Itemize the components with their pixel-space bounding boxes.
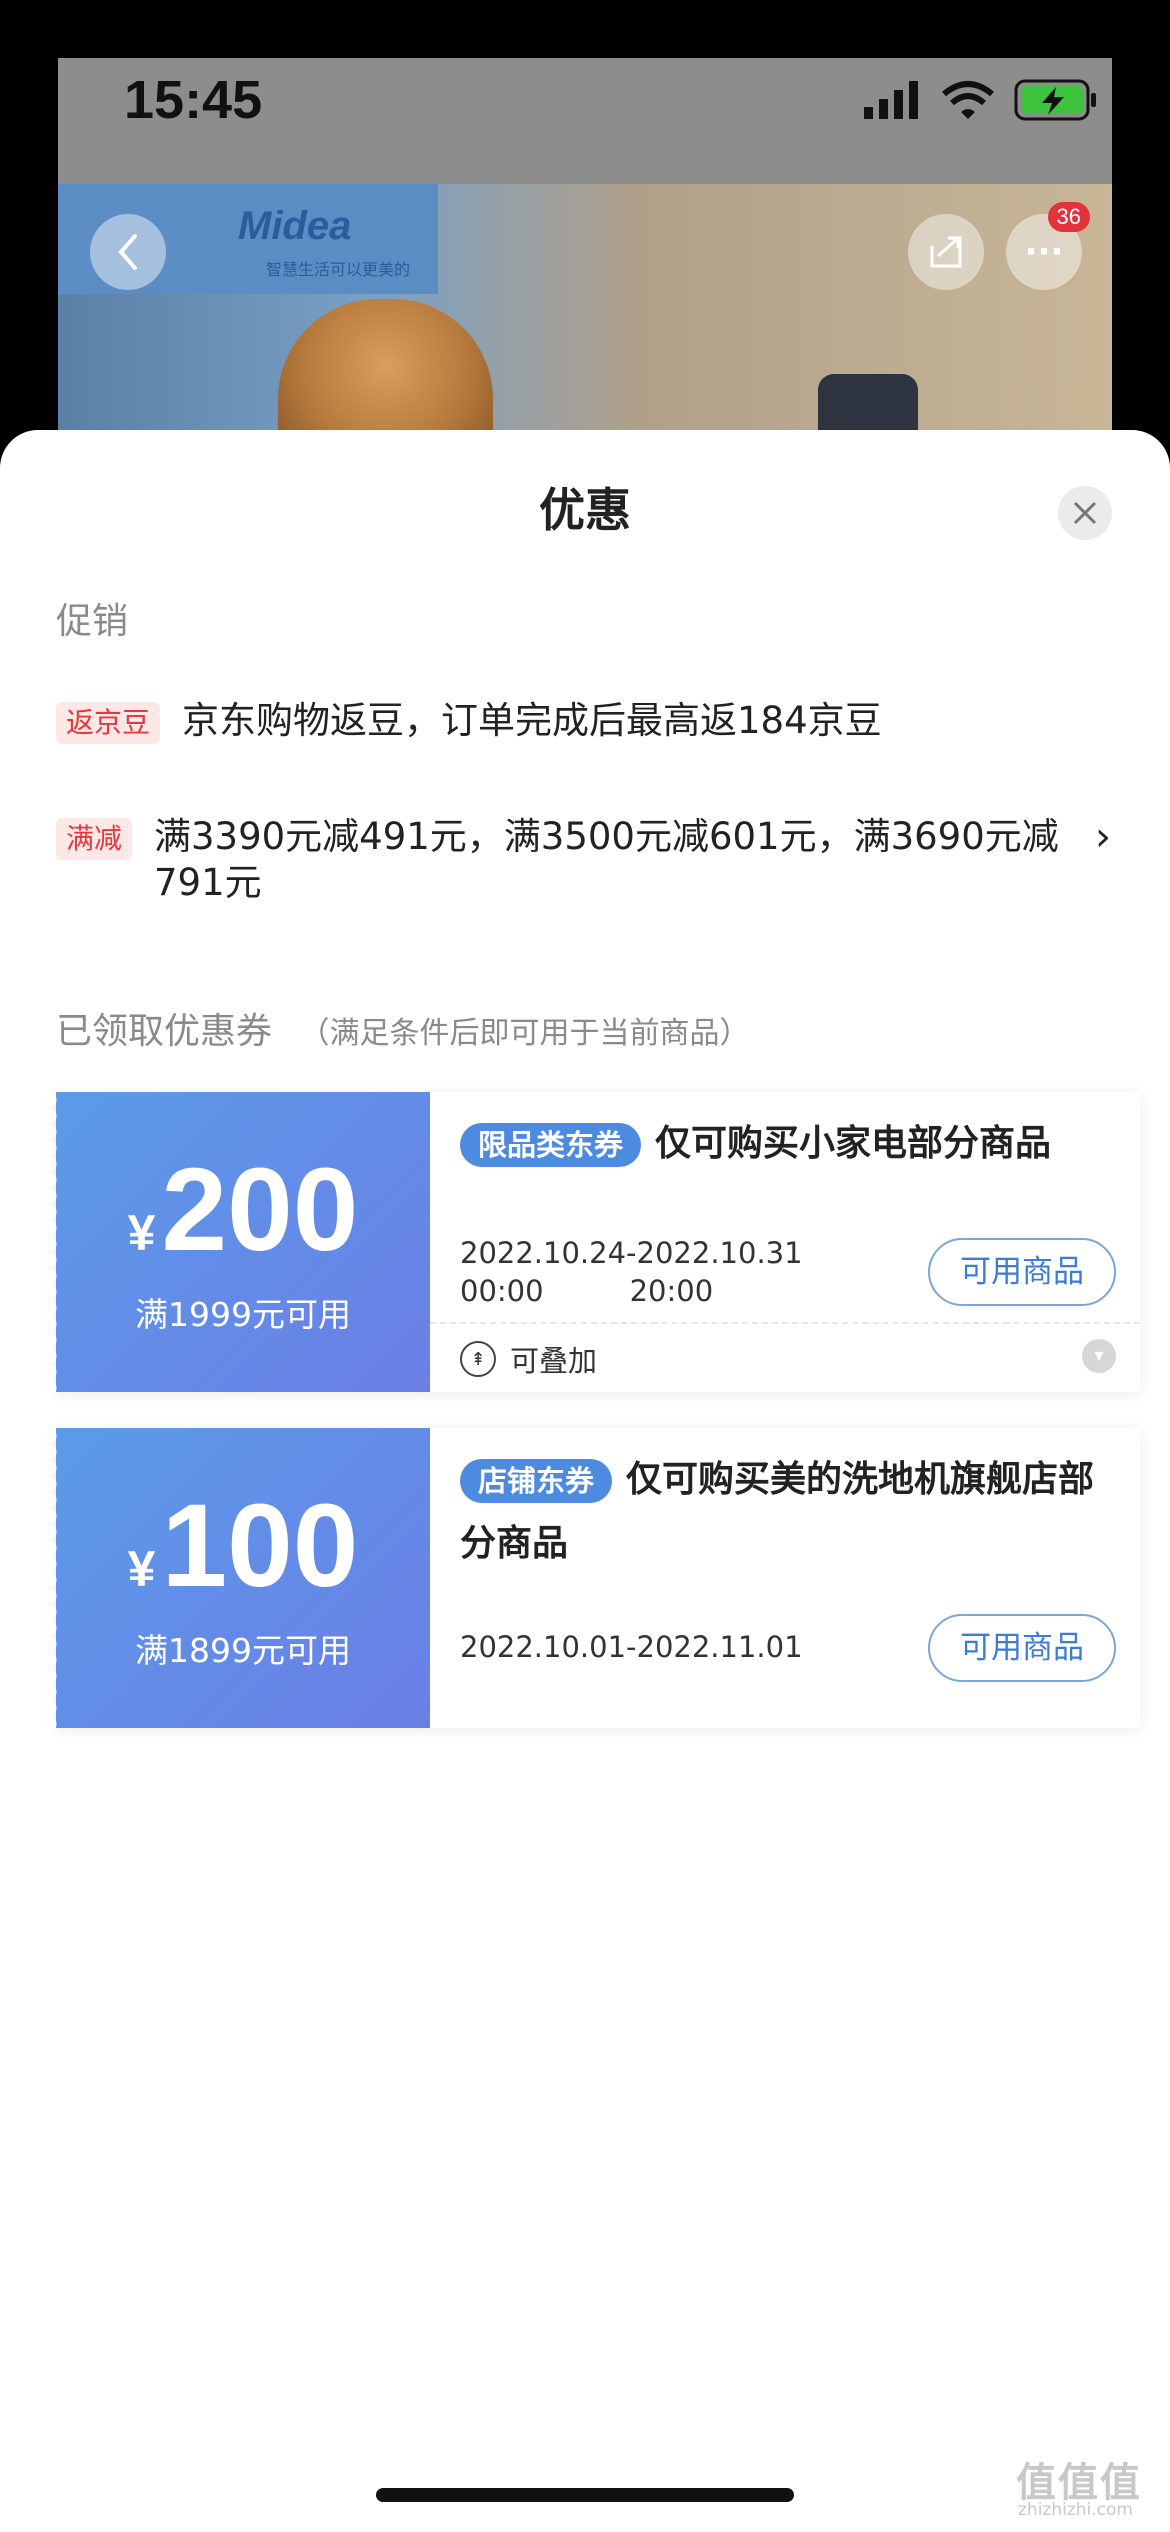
chevron-right-icon[interactable]: ›	[1095, 814, 1111, 860]
stackable-label: 可叠加	[510, 1344, 598, 1378]
currency-symbol: ¥	[127, 1541, 156, 1597]
coupon-title-row: 店铺东券 仅可购买美的洗地机旗舰店部分商品	[460, 1448, 1114, 1576]
share-icon	[930, 236, 962, 268]
date-separator: -	[626, 1236, 637, 1270]
back-button[interactable]	[90, 214, 166, 290]
coupon-tag: 限品类东券	[460, 1123, 642, 1167]
promo-text: 京东购物返豆，订单完成后最高返184京豆	[182, 699, 882, 742]
dog-image	[278, 299, 493, 449]
coupons-label: 已领取优惠券 （满足条件后即可用于当前商品）	[56, 1002, 749, 1054]
coupon-amount: ¥100	[56, 1478, 430, 1614]
date-start-time: 00:00	[460, 1274, 544, 1308]
coupon-amount: ¥200	[56, 1142, 430, 1278]
home-indicator[interactable]	[376, 2488, 794, 2502]
date-end-time: 20:00	[629, 1274, 714, 1308]
promo-text: 满3390元减491元，满3500元减601元，满3690元减791元	[154, 815, 1059, 904]
promo-tag: 返京豆	[56, 702, 161, 744]
date-start: 2022.10.24	[460, 1236, 627, 1270]
expand-icon[interactable]: ▾	[1082, 1339, 1116, 1373]
coupon-tag: 店铺东券	[460, 1459, 613, 1503]
discount-sheet: 优惠 促销 返京豆 京东购物返豆，订单完成后最高返184京豆 满减 满3390元…	[0, 430, 1170, 2532]
coupon-amount-value: 100	[161, 1480, 359, 1612]
promotions-label: 促销	[56, 601, 129, 642]
close-button[interactable]	[1058, 486, 1112, 540]
brand-slogan: 智慧生活可以更美的	[266, 260, 411, 279]
available-products-button[interactable]: 可用商品	[928, 1238, 1116, 1306]
cart-badge: 36	[1047, 202, 1090, 232]
coupon-divider	[430, 1322, 1140, 1324]
available-products-button[interactable]: 可用商品	[928, 1614, 1116, 1682]
coupon-dates: 2022.10.24-2022.10.31 00:00 20:00	[460, 1234, 803, 1310]
coupons-label-text: 已领取优惠券	[56, 1011, 273, 1052]
stackable-row: ⇞ 可叠加	[460, 1338, 597, 1380]
product-banner: Midea 智慧生活可以更美的 ··· 36	[58, 184, 1112, 454]
more-button[interactable]: ··· 36	[1006, 202, 1090, 290]
promo-row-beans[interactable]: 返京豆 京东购物返豆，订单完成后最高返184京豆	[56, 698, 1102, 744]
back-icon	[118, 234, 137, 270]
coupon-title-row: 限品类东券 仅可购买小家电部分商品	[460, 1112, 1114, 1176]
date-end: 2022.10.31	[636, 1236, 803, 1270]
promo-tag: 满减	[56, 818, 133, 860]
stack-icon: ⇞	[460, 1341, 496, 1377]
coupon-title: 仅可购买小家电部分商品	[655, 1123, 1052, 1164]
wifi-icon	[942, 81, 994, 119]
coupon-card[interactable]: ¥100 满1899元可用 店铺东券 仅可购买美的洗地机旗舰店部分商品 2022.…	[50, 1428, 1140, 1728]
promo-row-discount[interactable]: 满减 满3390元减491元，满3500元减601元，满3690元减791元	[56, 814, 1074, 906]
sheet-title: 优惠	[539, 483, 631, 537]
coupon-value-panel: ¥200 满1999元可用	[50, 1092, 430, 1392]
battery-charging-icon	[1014, 79, 1096, 121]
share-button[interactable]	[908, 214, 984, 290]
status-icons	[864, 78, 1098, 122]
coupon-value-panel: ¥100 满1899元可用	[50, 1428, 430, 1728]
coupon-min-use: 满1899元可用	[135, 1631, 351, 1670]
coupon-min-use: 满1999元可用	[135, 1295, 351, 1334]
watermark-url: zhizhizhi.com	[1018, 2500, 1133, 2520]
more-icon: ···	[1024, 232, 1064, 272]
status-bar: 15:45	[58, 58, 1112, 184]
status-time: 15:45	[124, 70, 263, 130]
currency-symbol: ¥	[127, 1205, 156, 1261]
coupon-card[interactable]: ¥200 满1999元可用 限品类东券 仅可购买小家电部分商品 2022.10.2…	[50, 1092, 1140, 1392]
coupon-amount-value: 200	[161, 1144, 359, 1276]
brand-logo: Midea	[238, 204, 352, 248]
coupon-date-range: 2022.10.01-2022.11.01	[460, 1630, 803, 1664]
coupons-note: （满足条件后即可用于当前商品）	[299, 1016, 750, 1051]
close-icon	[1073, 501, 1097, 525]
signal-icon	[864, 81, 918, 119]
